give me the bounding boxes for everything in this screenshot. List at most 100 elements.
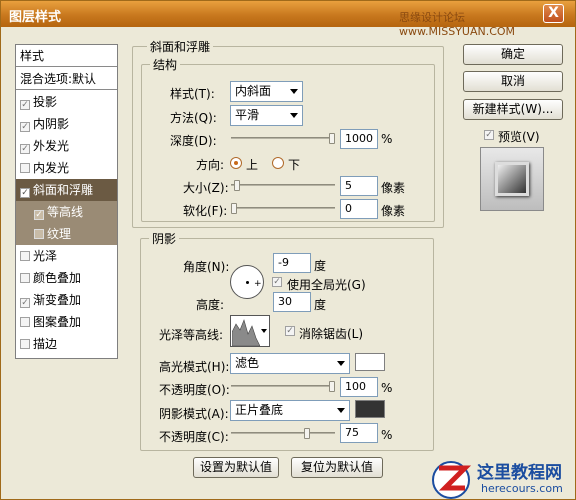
crosshair-icon: + bbox=[254, 279, 262, 289]
size-input[interactable]: 5 bbox=[340, 176, 378, 196]
direction-down-radio[interactable] bbox=[272, 157, 284, 169]
shadow-color-swatch[interactable] bbox=[355, 400, 385, 418]
sidebar-item-bevel-emboss[interactable]: ✓ 斜面和浮雕 bbox=[16, 179, 117, 201]
reset-default-button[interactable]: 复位为默认值 bbox=[291, 457, 383, 478]
checkbox-icon[interactable] bbox=[20, 317, 30, 327]
antialias-checkbox[interactable]: ✓ bbox=[285, 326, 295, 336]
highlight-opacity-unit: % bbox=[381, 381, 393, 395]
shadow-mode-value: 正片叠底 bbox=[235, 403, 284, 417]
direction-up-radio[interactable] bbox=[230, 157, 242, 169]
checkbox-icon[interactable] bbox=[34, 229, 44, 239]
style-select-value: 内斜面 bbox=[235, 84, 272, 98]
shadow-mode-select[interactable]: 正片叠底 bbox=[230, 400, 350, 421]
sidebar-item-label: 纹理 bbox=[47, 227, 72, 241]
checkbox-icon[interactable] bbox=[20, 273, 30, 283]
global-light-label[interactable]: 使用全局光(G) bbox=[287, 276, 366, 293]
altitude-input[interactable]: 30 bbox=[273, 292, 311, 312]
gloss-contour-picker[interactable] bbox=[230, 315, 270, 347]
soften-input[interactable]: 0 bbox=[340, 199, 378, 219]
shadow-opacity-unit: % bbox=[381, 428, 393, 442]
style-select[interactable]: 内斜面 bbox=[230, 81, 303, 102]
depth-unit: % bbox=[381, 132, 393, 146]
checkbox-icon[interactable] bbox=[20, 339, 30, 349]
chevron-down-icon bbox=[337, 361, 345, 366]
window-title: 图层样式 bbox=[9, 10, 62, 25]
method-select-value: 平滑 bbox=[235, 108, 260, 122]
checkbox-icon[interactable]: ✓ bbox=[20, 298, 30, 308]
checkbox-icon[interactable]: ✓ bbox=[20, 122, 30, 132]
sidebar-item-inner-glow[interactable]: 内发光 bbox=[16, 157, 117, 179]
new-style-button[interactable]: 新建样式(W)... bbox=[463, 99, 563, 120]
soften-label: 软化(F): bbox=[183, 204, 228, 218]
sidebar-item-gradient-overlay[interactable]: ✓ 渐变叠加 bbox=[16, 289, 117, 311]
method-select[interactable]: 平滑 bbox=[230, 105, 303, 126]
depth-slider[interactable] bbox=[231, 133, 335, 144]
checkbox-icon[interactable]: ✓ bbox=[20, 188, 30, 198]
angle-dial[interactable]: + bbox=[230, 265, 264, 299]
style-preview-thumbnail bbox=[480, 147, 544, 211]
checkbox-icon[interactable] bbox=[20, 251, 30, 261]
soften-slider[interactable] bbox=[231, 203, 335, 214]
sidebar-item-label: 图案叠加 bbox=[33, 315, 82, 329]
sidebar-item-color-overlay[interactable]: 颜色叠加 bbox=[16, 267, 117, 289]
blend-options-item[interactable]: 混合选项:默认 bbox=[16, 68, 117, 90]
depth-label: 深度(D): bbox=[170, 134, 217, 148]
sidebar-item-texture[interactable]: 纹理 bbox=[16, 223, 117, 245]
sidebar-item-satin[interactable]: 光泽 bbox=[16, 245, 117, 267]
logo-name: 这里教程网 bbox=[477, 463, 562, 483]
sidebar-item-pattern-overlay[interactable]: 图案叠加 bbox=[16, 311, 117, 333]
shadow-opacity-input[interactable]: 75 bbox=[340, 423, 378, 443]
highlight-color-swatch[interactable] bbox=[355, 353, 385, 371]
structure-title: 结构 bbox=[150, 56, 181, 73]
method-label: 方法(Q): bbox=[170, 111, 217, 125]
size-slider-handle[interactable] bbox=[234, 180, 240, 191]
checkbox-icon[interactable]: ✓ bbox=[20, 144, 30, 154]
depth-input[interactable]: 1000 bbox=[340, 129, 378, 149]
highlight-mode-select[interactable]: 滤色 bbox=[230, 353, 350, 374]
cancel-button[interactable]: 取消 bbox=[463, 71, 563, 92]
sidebar-item-label: 光泽 bbox=[33, 249, 58, 263]
altitude-unit: 度 bbox=[314, 298, 327, 312]
highlight-opacity-input[interactable]: 100 bbox=[340, 377, 378, 397]
sidebar-item-label: 外发光 bbox=[33, 139, 70, 153]
preview-label[interactable]: 预览(V) bbox=[498, 128, 540, 145]
sidebar-item-label: 等高线 bbox=[47, 205, 84, 219]
angle-dial-dot-icon bbox=[246, 281, 249, 284]
checkbox-icon[interactable] bbox=[20, 163, 30, 173]
shadow-opacity-slider[interactable] bbox=[231, 428, 335, 439]
angle-label: 角度(N): bbox=[183, 260, 230, 274]
sidebar-item-drop-shadow[interactable]: ✓ 投影 bbox=[16, 91, 117, 113]
soften-slider-handle[interactable] bbox=[231, 203, 237, 214]
highlight-opacity-slider[interactable] bbox=[231, 381, 335, 392]
close-button[interactable]: X bbox=[543, 4, 564, 23]
ok-button[interactable]: 确定 bbox=[463, 44, 563, 65]
styles-header[interactable]: 样式 bbox=[16, 45, 117, 67]
set-default-button[interactable]: 设置为默认值 bbox=[193, 457, 279, 478]
shadow-opacity-label: 不透明度(C): bbox=[159, 430, 229, 444]
sidebar-item-outer-glow[interactable]: ✓ 外发光 bbox=[16, 135, 117, 157]
chevron-down-icon bbox=[290, 89, 298, 94]
chevron-down-icon bbox=[337, 408, 345, 413]
sidebar-item-label: 斜面和浮雕 bbox=[33, 183, 94, 197]
bevel-section-title: 斜面和浮雕 bbox=[147, 38, 214, 55]
soften-unit: 像素 bbox=[381, 204, 406, 218]
sidebar-item-label: 内阴影 bbox=[33, 117, 70, 131]
preview-checkbox[interactable]: ✓ bbox=[484, 130, 494, 140]
sidebar-item-stroke[interactable]: 描边 bbox=[16, 333, 117, 355]
highlight-mode-value: 滤色 bbox=[235, 356, 260, 370]
altitude-label: 高度: bbox=[196, 298, 225, 312]
antialias-label[interactable]: 消除锯齿(L) bbox=[299, 325, 363, 342]
sidebar-item-label: 投影 bbox=[33, 95, 58, 109]
angle-input[interactable]: -9 bbox=[273, 253, 311, 273]
direction-up-label: 上 bbox=[246, 158, 259, 172]
highlight-opacity-handle[interactable] bbox=[329, 381, 335, 392]
depth-slider-handle[interactable] bbox=[329, 133, 335, 144]
sidebar-item-inner-shadow[interactable]: ✓ 内阴影 bbox=[16, 113, 117, 135]
sidebar-item-contour[interactable]: ✓ 等高线 bbox=[16, 201, 117, 223]
size-slider[interactable] bbox=[231, 180, 335, 191]
direction-label: 方向: bbox=[196, 158, 225, 172]
global-light-checkbox[interactable]: ✓ bbox=[272, 277, 282, 287]
shadow-opacity-handle[interactable] bbox=[304, 428, 310, 439]
checkbox-icon[interactable]: ✓ bbox=[20, 100, 30, 110]
checkbox-icon[interactable]: ✓ bbox=[34, 210, 44, 220]
